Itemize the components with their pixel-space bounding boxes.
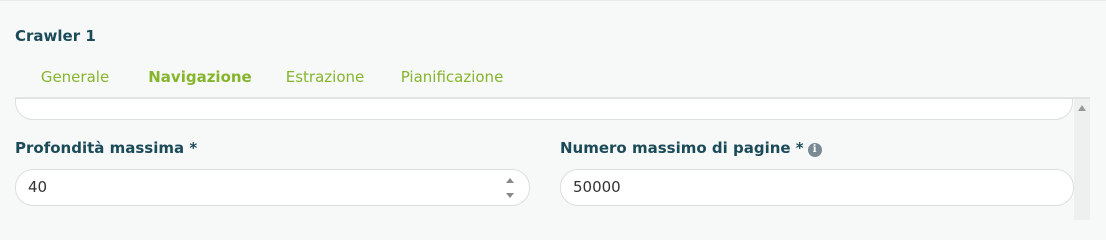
tab-navigazione[interactable]: Navigazione <box>135 58 265 100</box>
max-depth-value: 40 <box>28 178 48 196</box>
crawler-title: Crawler 1 <box>15 27 96 45</box>
max-depth-input[interactable]: 40 <box>15 169 530 206</box>
max-pages-value: 50000 <box>573 178 621 196</box>
info-icon[interactable]: i <box>807 143 822 157</box>
max-depth-stepper[interactable] <box>505 178 515 198</box>
tab-bar: Generale Navigazione Estrazione Pianific… <box>0 58 1090 100</box>
tab-pianificazione[interactable]: Pianificazione <box>388 58 516 100</box>
tab-estrazione[interactable]: Estrazione <box>272 58 378 100</box>
vertical-scrollbar[interactable] <box>1074 99 1090 220</box>
max-pages-label: Numero massimo di pagine * i <box>560 139 822 157</box>
tab-generale[interactable]: Generale <box>15 58 135 100</box>
panel-top-border <box>0 0 1106 1</box>
max-pages-input[interactable]: 50000 <box>560 169 1074 206</box>
previous-field-input[interactable] <box>15 99 1073 120</box>
form-scroll-area[interactable]: Profondità massima * 40 Numero massimo d… <box>0 99 1090 220</box>
stepper-down-icon[interactable] <box>506 193 514 198</box>
stepper-up-icon[interactable] <box>506 178 514 183</box>
max-depth-label: Profondità massima * <box>15 139 197 157</box>
max-depth-label-text: Profondità massima * <box>15 139 198 157</box>
max-pages-label-text: Numero massimo di pagine * <box>560 139 804 157</box>
crawler-panel: Crawler 1 Generale Navigazione Estrazion… <box>0 0 1106 220</box>
scroll-up-icon[interactable] <box>1078 105 1086 111</box>
